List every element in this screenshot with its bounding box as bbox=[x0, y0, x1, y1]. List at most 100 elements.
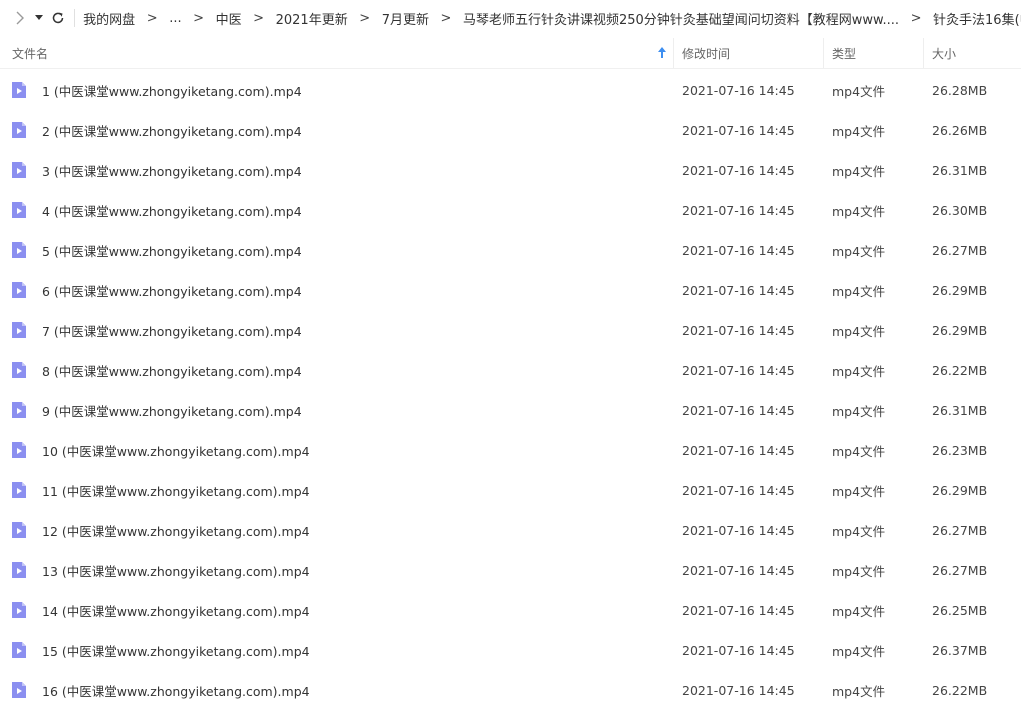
file-size: 26.28MB bbox=[932, 82, 988, 98]
column-header-modified[interactable]: 修改时间 bbox=[674, 38, 824, 68]
file-row[interactable]: 9 (中医课堂www.zhongyiketang.com).mp4 2021-0… bbox=[0, 390, 1021, 430]
file-type: mp4文件 bbox=[832, 123, 886, 139]
file-modified: 2021-07-16 14:45 bbox=[682, 602, 795, 618]
file-row[interactable]: 13 (中医课堂www.zhongyiketang.com).mp4 2021-… bbox=[0, 550, 1021, 590]
file-name-cell: 4 (中医课堂www.zhongyiketang.com).mp4 bbox=[0, 201, 674, 220]
file-type: mp4文件 bbox=[832, 683, 886, 699]
breadcrumb-separator: > bbox=[440, 10, 452, 26]
breadcrumb: 我的网盘 > ... > 中医 > 2021年更新 > 7月更新 > 马琴老师五… bbox=[83, 9, 1021, 28]
file-size: 26.31MB bbox=[932, 162, 988, 178]
file-row[interactable]: 5 (中医课堂www.zhongyiketang.com).mp4 2021-0… bbox=[0, 230, 1021, 270]
file-size: 26.37MB bbox=[932, 642, 988, 658]
file-size: 26.29MB bbox=[932, 482, 988, 498]
file-size: 26.22MB bbox=[932, 362, 988, 378]
file-name: 13 (中医课堂www.zhongyiketang.com).mp4 bbox=[42, 563, 310, 579]
file-modified: 2021-07-16 14:45 bbox=[682, 282, 795, 298]
file-name: 2 (中医课堂www.zhongyiketang.com).mp4 bbox=[42, 123, 302, 139]
file-row[interactable]: 12 (中医课堂www.zhongyiketang.com).mp4 2021-… bbox=[0, 510, 1021, 550]
file-modified: 2021-07-16 14:45 bbox=[682, 682, 795, 698]
file-modified: 2021-07-16 14:45 bbox=[682, 122, 795, 138]
file-name-cell: 16 (中医课堂www.zhongyiketang.com).mp4 bbox=[0, 681, 674, 700]
toolbar-divider bbox=[74, 9, 76, 27]
file-modified: 2021-07-16 14:45 bbox=[682, 562, 795, 578]
file-modified: 2021-07-16 14:45 bbox=[682, 362, 795, 378]
file-type: mp4文件 bbox=[832, 83, 886, 99]
file-size: 26.30MB bbox=[932, 202, 988, 218]
file-row[interactable]: 14 (中医课堂www.zhongyiketang.com).mp4 2021-… bbox=[0, 590, 1021, 630]
forward-button[interactable] bbox=[10, 0, 30, 36]
file-type: mp4文件 bbox=[832, 163, 886, 179]
breadcrumb-item-2021-update[interactable]: 2021年更新 bbox=[276, 9, 348, 28]
video-file-icon bbox=[12, 442, 26, 458]
column-header-type[interactable]: 类型 bbox=[824, 38, 924, 68]
sort-ascending-icon bbox=[658, 47, 666, 58]
file-type: mp4文件 bbox=[832, 443, 886, 459]
file-row[interactable]: 11 (中医课堂www.zhongyiketang.com).mp4 2021-… bbox=[0, 470, 1021, 510]
file-size: 26.27MB bbox=[932, 522, 988, 538]
file-row[interactable]: 7 (中医课堂www.zhongyiketang.com).mp4 2021-0… bbox=[0, 310, 1021, 350]
video-file-icon bbox=[12, 282, 26, 298]
file-row[interactable]: 16 (中医课堂www.zhongyiketang.com).mp4 2021-… bbox=[0, 670, 1021, 710]
file-size: 26.22MB bbox=[932, 682, 988, 698]
file-name-cell: 13 (中医课堂www.zhongyiketang.com).mp4 bbox=[0, 561, 674, 580]
file-row[interactable]: 3 (中医课堂www.zhongyiketang.com).mp4 2021-0… bbox=[0, 150, 1021, 190]
breadcrumb-item-course-folder[interactable]: 马琴老师五行针灸讲课视频250分钟针灸基础望闻问切资料【教程网www.... bbox=[463, 9, 899, 28]
file-name-cell: 6 (中医课堂www.zhongyiketang.com).mp4 bbox=[0, 281, 674, 300]
file-name: 1 (中医课堂www.zhongyiketang.com).mp4 bbox=[42, 83, 302, 99]
file-name: 15 (中医课堂www.zhongyiketang.com).mp4 bbox=[42, 643, 310, 659]
file-row[interactable]: 4 (中医课堂www.zhongyiketang.com).mp4 2021-0… bbox=[0, 190, 1021, 230]
breadcrumb-item-current-folder[interactable]: 针灸手法16集(中医课堂www.z bbox=[933, 9, 1021, 28]
breadcrumb-item-tcm[interactable]: 中医 bbox=[216, 9, 242, 28]
breadcrumb-separator: > bbox=[253, 10, 265, 26]
file-list: 1 (中医课堂www.zhongyiketang.com).mp4 2021-0… bbox=[0, 70, 1021, 710]
video-file-icon bbox=[12, 682, 26, 698]
refresh-icon bbox=[53, 12, 64, 24]
video-file-icon bbox=[12, 482, 26, 498]
video-file-icon bbox=[12, 242, 26, 258]
file-modified: 2021-07-16 14:45 bbox=[682, 402, 795, 418]
file-size: 26.26MB bbox=[932, 122, 988, 138]
refresh-button[interactable] bbox=[48, 0, 68, 36]
video-file-icon bbox=[12, 562, 26, 578]
history-dropdown-button[interactable] bbox=[30, 0, 48, 36]
file-row[interactable]: 10 (中医课堂www.zhongyiketang.com).mp4 2021-… bbox=[0, 430, 1021, 470]
file-modified: 2021-07-16 14:45 bbox=[682, 162, 795, 178]
breadcrumb-item-ellipsis[interactable]: ... bbox=[169, 11, 181, 26]
file-row[interactable]: 6 (中医课堂www.zhongyiketang.com).mp4 2021-0… bbox=[0, 270, 1021, 310]
file-name: 5 (中医课堂www.zhongyiketang.com).mp4 bbox=[42, 243, 302, 259]
file-size: 26.25MB bbox=[932, 602, 988, 618]
file-type: mp4文件 bbox=[832, 363, 886, 379]
file-modified: 2021-07-16 14:45 bbox=[682, 322, 795, 338]
file-row[interactable]: 8 (中医课堂www.zhongyiketang.com).mp4 2021-0… bbox=[0, 350, 1021, 390]
file-name: 4 (中医课堂www.zhongyiketang.com).mp4 bbox=[42, 203, 302, 219]
file-name: 7 (中医课堂www.zhongyiketang.com).mp4 bbox=[42, 323, 302, 339]
file-type: mp4文件 bbox=[832, 323, 886, 339]
file-name: 8 (中医课堂www.zhongyiketang.com).mp4 bbox=[42, 363, 302, 379]
chevron-right-icon bbox=[16, 11, 25, 25]
file-name: 10 (中医课堂www.zhongyiketang.com).mp4 bbox=[42, 443, 310, 459]
file-name: 12 (中医课堂www.zhongyiketang.com).mp4 bbox=[42, 523, 310, 539]
file-size: 26.27MB bbox=[932, 242, 988, 258]
file-name-cell: 3 (中医课堂www.zhongyiketang.com).mp4 bbox=[0, 161, 674, 180]
file-size: 26.27MB bbox=[932, 562, 988, 578]
file-size: 26.29MB bbox=[932, 322, 988, 338]
file-row[interactable]: 1 (中医课堂www.zhongyiketang.com).mp4 2021-0… bbox=[0, 70, 1021, 110]
file-row[interactable]: 15 (中医课堂www.zhongyiketang.com).mp4 2021-… bbox=[0, 630, 1021, 670]
column-header-modified-label: 修改时间 bbox=[682, 46, 731, 61]
video-file-icon bbox=[12, 202, 26, 218]
breadcrumb-item-my-drive[interactable]: 我的网盘 bbox=[83, 9, 135, 28]
column-header-name-label: 文件名 bbox=[12, 46, 49, 61]
breadcrumb-separator: > bbox=[910, 10, 922, 26]
column-header-name[interactable]: 文件名 bbox=[0, 38, 674, 68]
video-file-icon bbox=[12, 162, 26, 178]
column-header: 文件名 修改时间 类型 大小 bbox=[0, 38, 1021, 69]
file-modified: 2021-07-16 14:45 bbox=[682, 522, 795, 538]
column-header-size[interactable]: 大小 bbox=[924, 38, 1021, 68]
column-header-size-label: 大小 bbox=[932, 46, 957, 61]
breadcrumb-separator: > bbox=[193, 10, 205, 26]
video-file-icon bbox=[12, 322, 26, 338]
file-row[interactable]: 2 (中医课堂www.zhongyiketang.com).mp4 2021-0… bbox=[0, 110, 1021, 150]
video-file-icon bbox=[12, 82, 26, 98]
breadcrumb-item-july-update[interactable]: 7月更新 bbox=[382, 9, 429, 28]
file-name-cell: 12 (中医课堂www.zhongyiketang.com).mp4 bbox=[0, 521, 674, 540]
